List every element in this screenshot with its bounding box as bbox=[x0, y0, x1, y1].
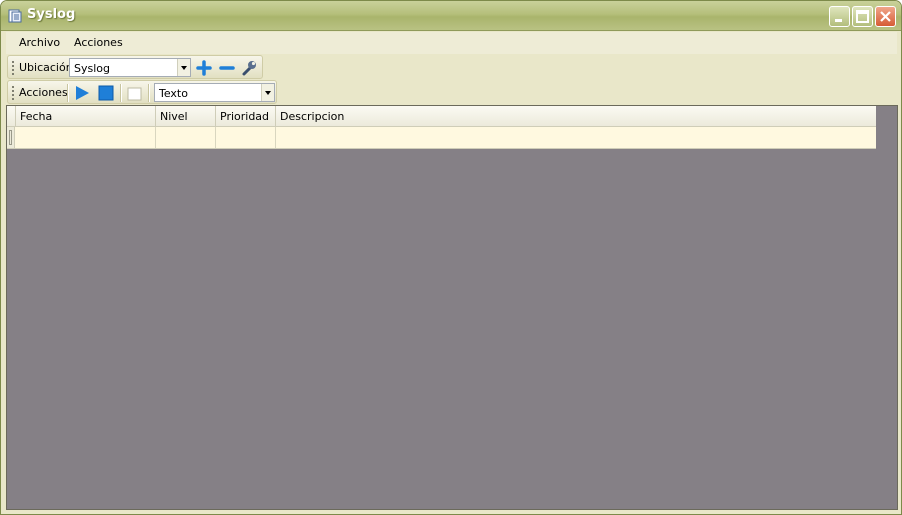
grid-corner[interactable] bbox=[7, 106, 16, 126]
log-grid[interactable]: Fecha Nivel Prioridad Descripcion bbox=[6, 105, 898, 510]
cell-descripcion[interactable] bbox=[276, 127, 876, 148]
column-label: Fecha bbox=[20, 110, 53, 123]
wrench-icon[interactable] bbox=[240, 59, 258, 77]
menu-archivo[interactable]: Archivo bbox=[19, 36, 60, 49]
minus-icon[interactable] bbox=[218, 59, 236, 77]
menu-bar: Archivo Acciones bbox=[6, 32, 897, 54]
actions-toolstrip: Acciones Texto bbox=[7, 80, 277, 104]
chevron-down-icon[interactable] bbox=[261, 84, 274, 101]
main-window: Syslog Archivo Acciones Ubicación Syslog bbox=[0, 0, 902, 515]
plus-icon[interactable] bbox=[195, 59, 213, 77]
column-header-nivel[interactable]: Nivel bbox=[156, 106, 216, 126]
grid-header: Fecha Nivel Prioridad Descripcion bbox=[7, 106, 876, 127]
close-icon bbox=[880, 11, 891, 22]
column-header-prioridad[interactable]: Prioridad bbox=[216, 106, 276, 126]
row-header[interactable] bbox=[7, 127, 15, 148]
format-combo[interactable]: Texto bbox=[154, 83, 275, 102]
cell-nivel[interactable] bbox=[156, 127, 216, 148]
cell-fecha[interactable] bbox=[16, 127, 156, 148]
window-title: Syslog bbox=[27, 7, 76, 22]
location-toolstrip: Ubicación Syslog bbox=[7, 55, 263, 79]
toolstrip-separator bbox=[120, 84, 122, 102]
stop-icon[interactable] bbox=[97, 84, 115, 102]
close-button[interactable] bbox=[875, 6, 896, 27]
menu-acciones[interactable]: Acciones bbox=[74, 36, 123, 49]
location-combo[interactable]: Syslog bbox=[69, 58, 191, 77]
toolstrip-separator bbox=[67, 84, 69, 102]
column-header-descripcion[interactable]: Descripcion bbox=[276, 106, 876, 126]
table-row[interactable] bbox=[7, 127, 876, 149]
toolstrip-grip[interactable] bbox=[12, 86, 14, 100]
toolstrip-separator bbox=[148, 84, 150, 102]
column-label: Prioridad bbox=[220, 110, 270, 123]
format-combo-value: Texto bbox=[159, 87, 188, 100]
cell-prioridad[interactable] bbox=[216, 127, 276, 148]
column-header-fecha[interactable]: Fecha bbox=[16, 106, 156, 126]
column-label: Descripcion bbox=[280, 110, 345, 123]
minimize-button[interactable] bbox=[829, 6, 850, 27]
checkbox-icon[interactable] bbox=[126, 84, 144, 102]
chevron-down-icon[interactable] bbox=[177, 59, 190, 76]
location-combo-value: Syslog bbox=[74, 62, 110, 75]
app-icon bbox=[8, 9, 22, 23]
play-icon[interactable] bbox=[73, 84, 91, 102]
toolstrip-grip[interactable] bbox=[12, 61, 14, 75]
maximize-icon bbox=[856, 10, 869, 23]
location-label: Ubicación bbox=[19, 61, 73, 74]
column-label: Nivel bbox=[160, 110, 188, 123]
maximize-button[interactable] bbox=[852, 6, 873, 27]
title-bar[interactable]: Syslog bbox=[1, 1, 901, 31]
actions-label: Acciones bbox=[19, 86, 68, 99]
minimize-icon bbox=[835, 19, 842, 22]
